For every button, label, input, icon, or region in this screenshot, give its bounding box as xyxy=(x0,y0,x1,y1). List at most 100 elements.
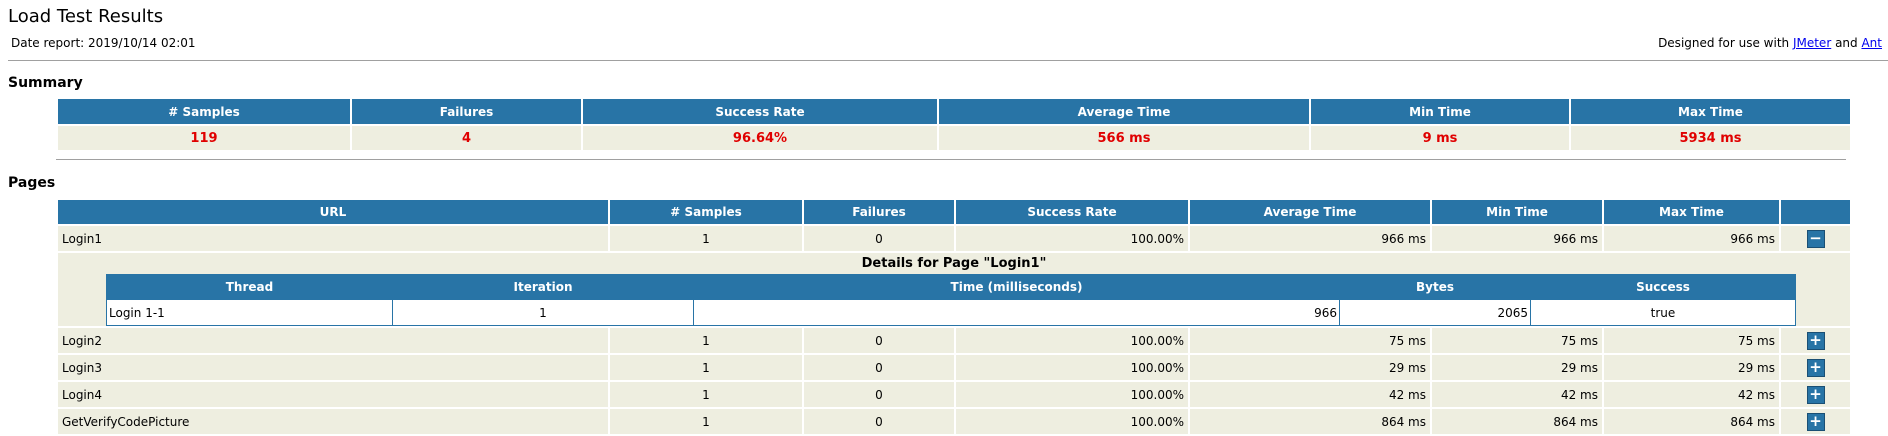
designed-prefix: Designed for use with xyxy=(1658,36,1793,50)
pages-col-toggle xyxy=(1781,200,1850,224)
pages-col-max-time: Max Time xyxy=(1604,200,1779,224)
summary-col-max-time: Max Time xyxy=(1571,99,1850,124)
page-average-time: 75 ms xyxy=(1190,328,1430,353)
page-average-time: 29 ms xyxy=(1190,355,1430,380)
summary-value-row: 119 4 96.64% 566 ms 9 ms 5934 ms xyxy=(58,126,1850,150)
page-average-time: 966 ms xyxy=(1190,226,1430,251)
summary-col-min-time: Min Time xyxy=(1311,99,1569,124)
page-samples: 1 xyxy=(610,382,802,407)
page-success-rate: 100.00% xyxy=(956,355,1188,380)
page-average-time: 42 ms xyxy=(1190,382,1430,407)
details-bytes: 2065 xyxy=(1339,299,1531,326)
page-samples: 1 xyxy=(610,328,802,353)
details-data-row: Login 1-1 1 966 2065 true xyxy=(106,299,1796,326)
page-url: GetVerifyCodePicture xyxy=(58,409,608,434)
toggle-cell: + xyxy=(1781,355,1850,380)
page-url: Login2 xyxy=(58,328,608,353)
summary-success-rate-value: 96.64% xyxy=(583,126,937,150)
summary-samples-value: 119 xyxy=(58,126,350,150)
page-samples: 1 xyxy=(610,226,802,251)
summary-col-samples: # Samples xyxy=(58,99,350,124)
pages-col-failures: Failures xyxy=(804,200,954,224)
page-max-time: 75 ms xyxy=(1604,328,1779,353)
toggle-cell: + xyxy=(1781,328,1850,353)
page-failures: 0 xyxy=(804,328,954,353)
page-max-time: 864 ms xyxy=(1604,409,1779,434)
expand-icon[interactable]: + xyxy=(1806,385,1825,404)
page-failures: 0 xyxy=(804,382,954,407)
pages-table: URL # Samples Failures Success Rate Aver… xyxy=(56,198,1852,436)
details-header-row: Thread Iteration Time (milliseconds) Byt… xyxy=(106,274,1796,300)
page-success-rate: 100.00% xyxy=(956,409,1188,434)
jmeter-link[interactable]: JMeter xyxy=(1793,36,1831,50)
details-title: Details for Page "Login1" xyxy=(861,256,1047,271)
page-max-time: 42 ms xyxy=(1604,382,1779,407)
page-failures: 0 xyxy=(804,226,954,251)
details-col-success: Success xyxy=(1530,274,1796,300)
page-url: Login1 xyxy=(58,226,608,251)
page-url: Login3 xyxy=(58,355,608,380)
designed-for: Designed for use with JMeter and Ant xyxy=(1658,36,1882,50)
toggle-cell: + xyxy=(1781,409,1850,434)
table-row: Login3 1 0 100.00% 29 ms 29 ms 29 ms + xyxy=(58,355,1850,380)
date-report: Date report: 2019/10/14 02:01 xyxy=(11,36,196,50)
details-col-thread: Thread xyxy=(106,274,393,300)
expand-icon[interactable]: + xyxy=(1806,358,1825,377)
table-row: Login1 1 0 100.00% 966 ms 966 ms 966 ms … xyxy=(58,226,1850,251)
summary-col-failures: Failures xyxy=(352,99,581,124)
table-row: Login4 1 0 100.00% 42 ms 42 ms 42 ms + xyxy=(58,382,1850,407)
details-success: true xyxy=(1530,299,1796,326)
details-table: Thread Iteration Time (milliseconds) Byt… xyxy=(106,274,1796,326)
header-divider xyxy=(8,60,1888,61)
pages-col-success-rate: Success Rate xyxy=(956,200,1188,224)
pages-col-average-time: Average Time xyxy=(1190,200,1430,224)
summary-min-time-value: 9 ms xyxy=(1311,126,1569,150)
ant-link[interactable]: Ant xyxy=(1861,36,1882,50)
toggle-cell: − xyxy=(1781,226,1850,251)
pages-col-url: URL xyxy=(58,200,608,224)
details-time: 966 xyxy=(693,299,1340,326)
page-url: Login4 xyxy=(58,382,608,407)
table-row: Login2 1 0 100.00% 75 ms 75 ms 75 ms + xyxy=(58,328,1850,353)
summary-table: # Samples Failures Success Rate Average … xyxy=(56,97,1852,152)
page-success-rate: 100.00% xyxy=(956,382,1188,407)
summary-average-time-value: 566 ms xyxy=(939,126,1309,150)
page-average-time: 864 ms xyxy=(1190,409,1430,434)
summary-failures-value: 4 xyxy=(352,126,581,150)
pages-header-row: URL # Samples Failures Success Rate Aver… xyxy=(58,200,1850,224)
page-min-time: 29 ms xyxy=(1432,355,1602,380)
page-min-time: 75 ms xyxy=(1432,328,1602,353)
collapse-icon[interactable]: − xyxy=(1806,229,1825,248)
details-row: Details for Page "Login1" Thread Iterati… xyxy=(58,253,1850,326)
summary-col-success-rate: Success Rate xyxy=(583,99,937,124)
page-samples: 1 xyxy=(610,355,802,380)
page-min-time: 966 ms xyxy=(1432,226,1602,251)
page-max-time: 966 ms xyxy=(1604,226,1779,251)
details-col-time: Time (milliseconds) xyxy=(693,274,1340,300)
page-min-time: 864 ms xyxy=(1432,409,1602,434)
page-failures: 0 xyxy=(804,409,954,434)
page-success-rate: 100.00% xyxy=(956,226,1188,251)
summary-col-average-time: Average Time xyxy=(939,99,1309,124)
expand-icon[interactable]: + xyxy=(1806,412,1825,431)
summary-heading: Summary xyxy=(8,75,83,91)
pages-col-min-time: Min Time xyxy=(1432,200,1602,224)
page-failures: 0 xyxy=(804,355,954,380)
page-success-rate: 100.00% xyxy=(956,328,1188,353)
summary-max-time-value: 5934 ms xyxy=(1571,126,1850,150)
page-samples: 1 xyxy=(610,409,802,434)
pages-col-samples: # Samples xyxy=(610,200,802,224)
page-min-time: 42 ms xyxy=(1432,382,1602,407)
expand-icon[interactable]: + xyxy=(1806,331,1825,350)
details-panel: Details for Page "Login1" Thread Iterati… xyxy=(58,253,1850,326)
table-row: GetVerifyCodePicture 1 0 100.00% 864 ms … xyxy=(58,409,1850,434)
details-thread: Login 1-1 xyxy=(106,299,393,326)
summary-divider xyxy=(56,159,1846,160)
page-max-time: 29 ms xyxy=(1604,355,1779,380)
page-title: Load Test Results xyxy=(8,6,164,27)
details-col-bytes: Bytes xyxy=(1339,274,1531,300)
and-text: and xyxy=(1831,36,1862,50)
summary-header-row: # Samples Failures Success Rate Average … xyxy=(58,99,1850,124)
toggle-cell: + xyxy=(1781,382,1850,407)
pages-heading: Pages xyxy=(8,175,56,191)
